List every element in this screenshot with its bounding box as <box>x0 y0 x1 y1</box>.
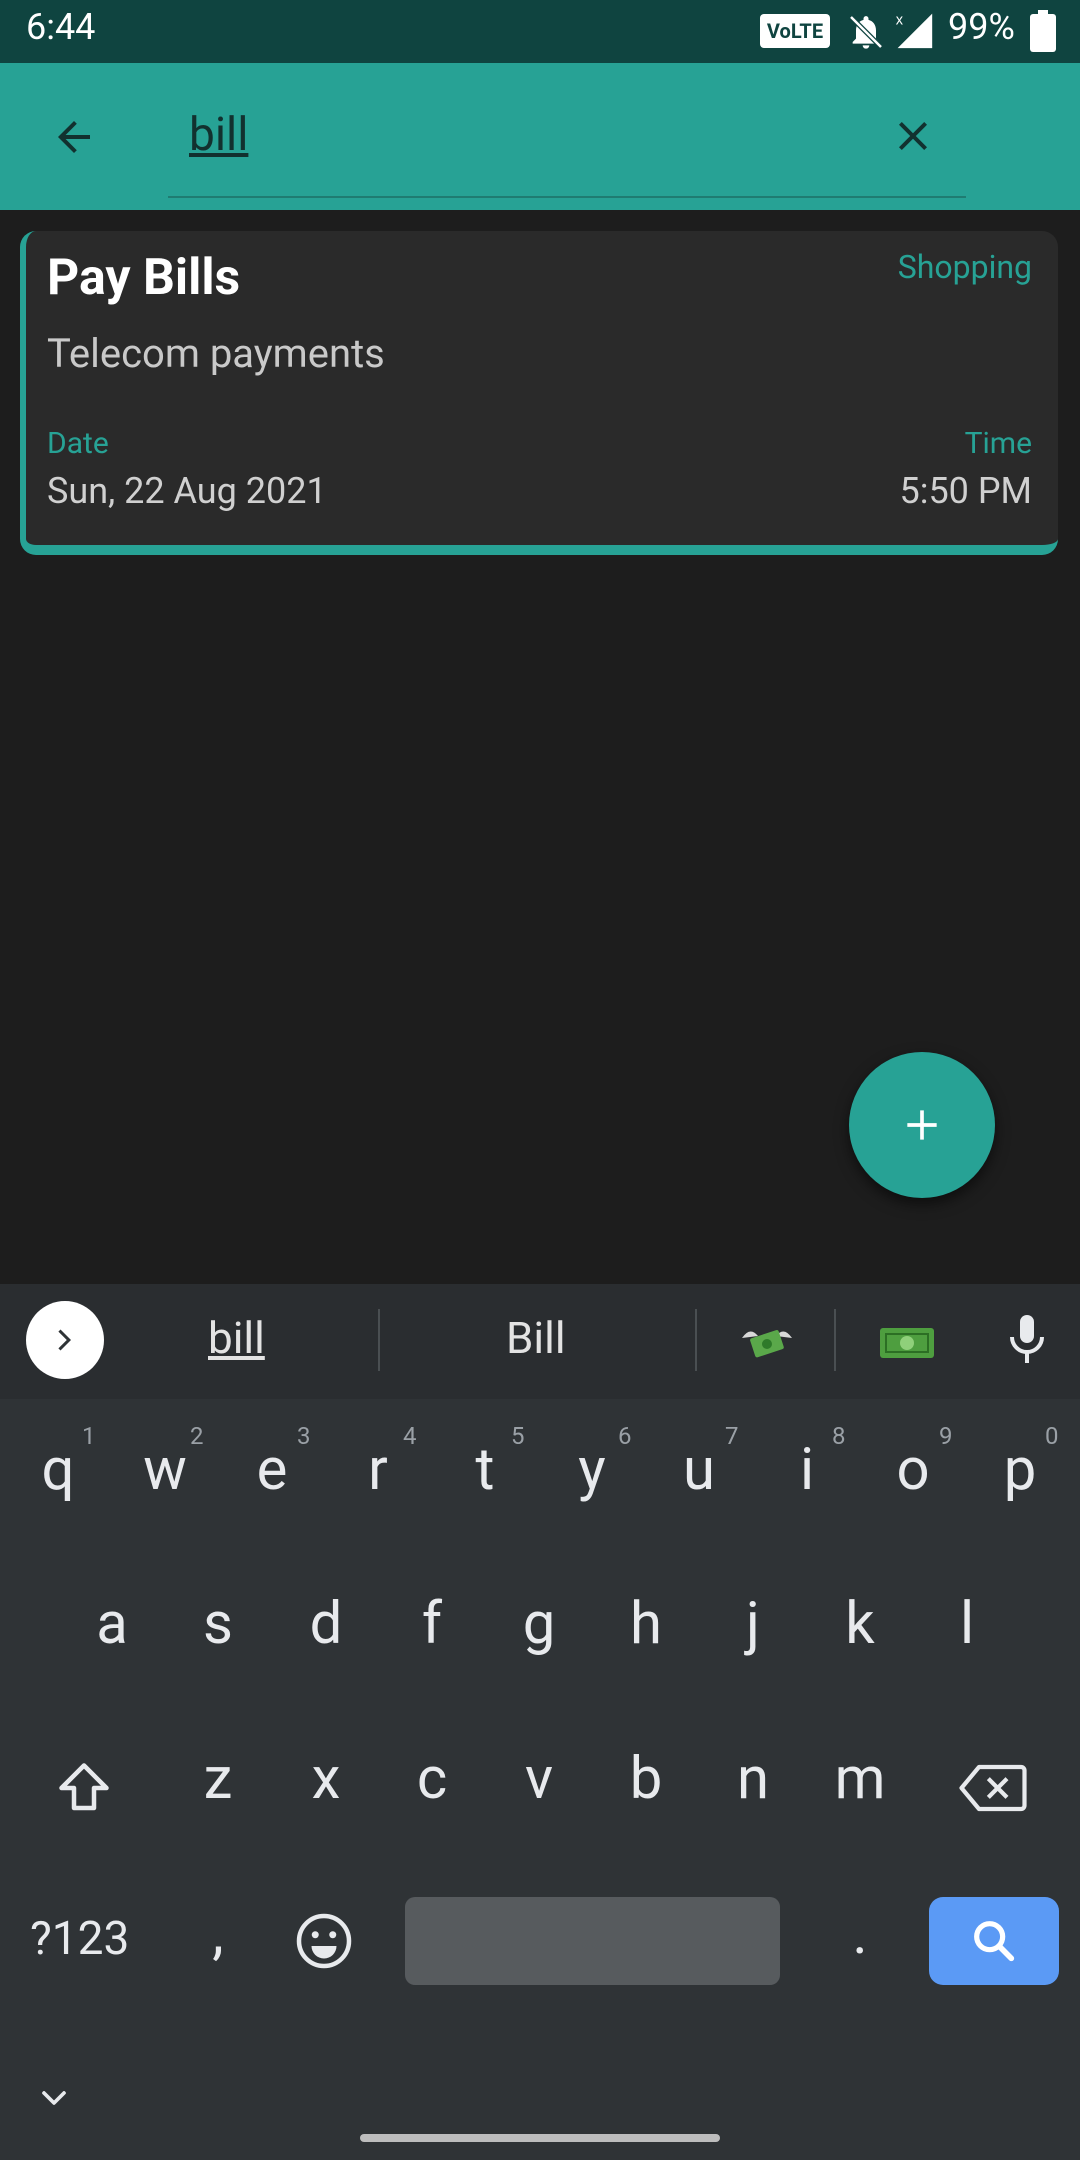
key-f[interactable]: f <box>387 1590 477 1658</box>
plus-icon <box>907 1110 937 1140</box>
key-p-number: 0 <box>1045 1422 1059 1450</box>
card-category: Shopping <box>897 248 1032 286</box>
key-n[interactable]: n <box>708 1745 798 1813</box>
microphone-icon[interactable] <box>1006 1313 1048 1367</box>
suggestion-2[interactable]: Bill <box>506 1312 566 1364</box>
search-icon <box>974 1921 1015 1962</box>
clear-search-icon[interactable] <box>889 112 937 160</box>
backspace-icon[interactable] <box>958 1760 1028 1816</box>
key-o-number: 9 <box>939 1422 953 1450</box>
signal-icon: x <box>896 13 933 49</box>
chevron-right-icon <box>58 1329 71 1351</box>
key-u-number: 7 <box>725 1422 739 1450</box>
space-bar[interactable] <box>405 1897 780 1985</box>
key-v[interactable]: v <box>494 1745 584 1813</box>
key-a[interactable]: a <box>67 1590 157 1658</box>
key-d[interactable]: d <box>281 1590 371 1658</box>
date-label: Date <box>47 426 109 461</box>
volte-badge: VoLTE <box>760 14 830 48</box>
svg-text:x: x <box>896 13 904 29</box>
money-with-wings-icon[interactable] <box>738 1318 796 1366</box>
dollar-banknote-icon[interactable] <box>878 1322 936 1362</box>
key-g[interactable]: g <box>494 1590 584 1658</box>
time-value: 5:50 PM <box>899 470 1033 512</box>
card-description: Telecom payments <box>47 330 385 377</box>
key-c[interactable]: c <box>387 1745 477 1813</box>
key-l[interactable]: l <box>922 1590 1012 1658</box>
gesture-nav-pill[interactable] <box>360 2134 720 2142</box>
emoji-icon[interactable] <box>294 1911 354 1971</box>
key-period[interactable]: . <box>815 1900 905 1968</box>
key-comma[interactable]: , <box>173 1900 263 1968</box>
keyboard-expand-button[interactable] <box>26 1301 104 1379</box>
search-input[interactable]: bill <box>189 108 248 162</box>
key-e-number: 3 <box>297 1422 311 1450</box>
time-label: Time <box>964 426 1032 461</box>
date-value: Sun, 22 Aug 2021 <box>47 470 327 512</box>
keyboard-hide-chevron-icon[interactable] <box>34 2078 74 2118</box>
key-q-number: 1 <box>82 1422 96 1450</box>
key-i-number: 8 <box>832 1422 846 1450</box>
key-j[interactable]: j <box>708 1590 798 1658</box>
bell-off-icon <box>849 15 883 49</box>
keyboard-search-button[interactable] <box>929 1897 1059 1985</box>
suggestion-1[interactable]: bill <box>208 1312 265 1364</box>
battery-icon <box>1030 10 1056 52</box>
suggestion-divider <box>378 1309 380 1371</box>
status-time: 6:44 <box>26 6 96 48</box>
key-y-number: 6 <box>618 1422 632 1450</box>
battery-percent: 99% <box>948 6 1015 48</box>
key-w-number: 2 <box>190 1422 204 1450</box>
search-underline <box>168 196 966 198</box>
suggestion-divider <box>834 1309 836 1371</box>
key-x[interactable]: x <box>281 1745 371 1813</box>
shift-icon[interactable] <box>54 1758 114 1818</box>
key-b[interactable]: b <box>601 1745 691 1813</box>
suggestion-divider <box>695 1309 697 1371</box>
back-arrow-icon[interactable] <box>50 113 98 161</box>
key-s[interactable]: s <box>173 1590 263 1658</box>
key-k[interactable]: k <box>815 1590 905 1658</box>
key-t-number: 5 <box>511 1422 525 1450</box>
add-fab-button[interactable] <box>849 1052 995 1198</box>
keyboard <box>0 1284 1080 2160</box>
card-title: Pay Bills <box>47 249 241 307</box>
key-m[interactable]: m <box>815 1745 905 1813</box>
key-z[interactable]: z <box>173 1745 263 1813</box>
key-r-number: 4 <box>403 1422 417 1450</box>
symbols-key[interactable]: ?123 <box>30 1912 129 1966</box>
key-h[interactable]: h <box>601 1590 691 1658</box>
